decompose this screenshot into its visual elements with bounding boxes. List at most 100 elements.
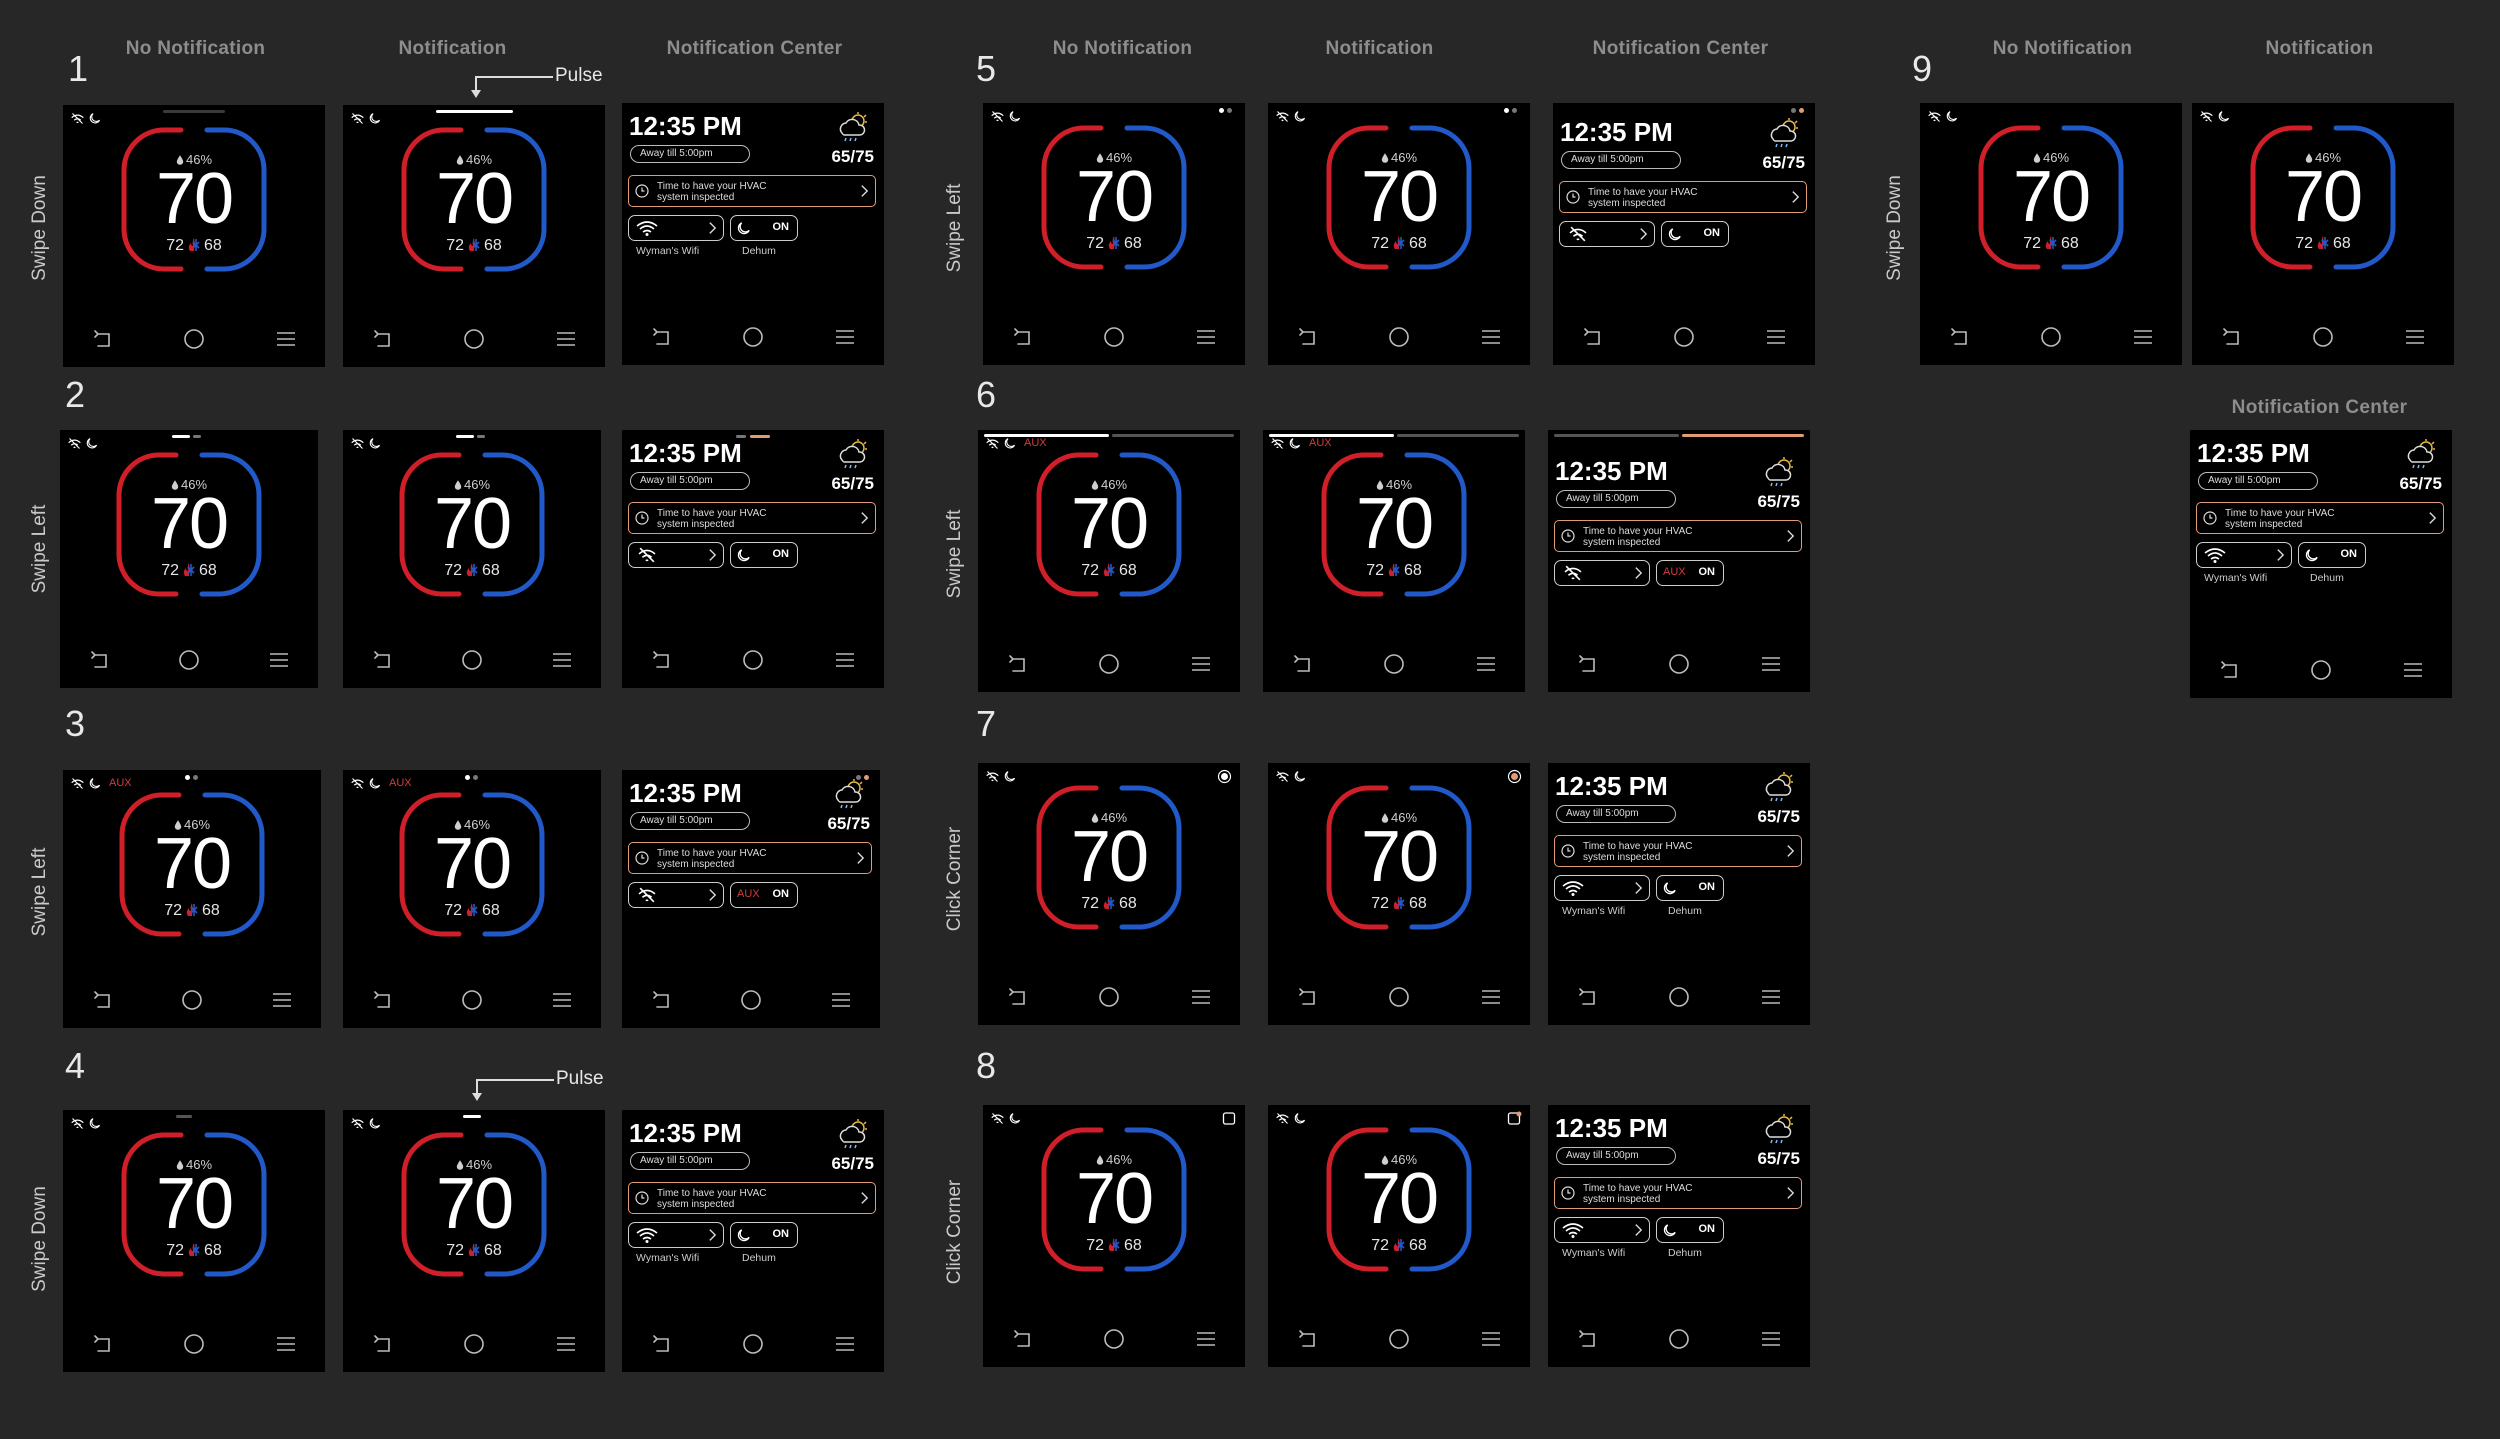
wifi-button[interactable] — [1554, 1217, 1650, 1243]
mode-icon[interactable] — [1386, 562, 1402, 578]
dehumidify-button[interactable]: ON — [730, 542, 798, 568]
back-icon[interactable] — [1010, 1327, 1034, 1351]
notification-card[interactable]: Time to have your HVAC system inspected — [1554, 1177, 1802, 1209]
home-icon[interactable] — [1387, 325, 1411, 349]
wifi-button[interactable] — [628, 542, 724, 568]
cool-setpoint[interactable]: 68 — [482, 562, 500, 579]
mode-icon[interactable] — [464, 902, 480, 918]
back-icon[interactable] — [2217, 658, 2241, 682]
mode-icon[interactable] — [466, 237, 482, 253]
temperature-dial[interactable]: 46% 70 72 68 — [1324, 125, 1474, 270]
menu-icon[interactable] — [550, 648, 574, 672]
back-icon[interactable] — [370, 1332, 394, 1356]
home-icon[interactable] — [1102, 325, 1126, 349]
menu-icon[interactable] — [1479, 325, 1503, 349]
home-icon[interactable] — [1387, 985, 1411, 1009]
notification-card[interactable]: Time to have your HVAC system inspected — [1559, 181, 1807, 213]
corner-icon[interactable] — [1222, 1111, 1237, 1126]
heat-setpoint[interactable]: 72 — [164, 902, 182, 919]
corner-icon[interactable] — [1217, 769, 1232, 784]
home-icon[interactable] — [2311, 325, 2335, 349]
thermostat-screen[interactable]: AUX 46% 70 72 68 — [63, 770, 321, 1028]
corner-icon[interactable] — [1507, 769, 1522, 784]
heat-setpoint[interactable]: 72 — [1371, 895, 1389, 912]
home-icon[interactable] — [462, 327, 486, 351]
home-icon[interactable] — [741, 648, 765, 672]
dehumidify-button[interactable]: ON — [1656, 875, 1724, 901]
menu-icon[interactable] — [1759, 985, 1783, 1009]
thermostat-screen[interactable]: 46% 70 72 68 — [60, 430, 318, 688]
heat-setpoint[interactable]: 72 — [444, 562, 462, 579]
home-icon[interactable] — [1672, 325, 1696, 349]
notification-center-screen[interactable]: 12:35 PM Away till 5:00pm 65/75 Time to hav… — [1548, 763, 1810, 1025]
mode-icon[interactable] — [1391, 235, 1407, 251]
temperature-dial[interactable]: 46% 70 72 68 — [399, 1132, 549, 1277]
notification-card[interactable]: Time to have your HVAC system inspected — [628, 502, 876, 534]
away-status[interactable]: Away till 5:00pm — [630, 1152, 750, 1170]
home-icon[interactable] — [462, 1332, 486, 1356]
notification-center-screen[interactable]: 12:35 PM Away till 5:00pm 65/75 Time to hav… — [622, 430, 884, 688]
thermostat-screen[interactable]: 46% 70 72 68 — [343, 105, 605, 367]
home-icon[interactable] — [177, 648, 201, 672]
menu-icon[interactable] — [2401, 658, 2425, 682]
menu-icon[interactable] — [1479, 985, 1503, 1009]
thermostat-screen[interactable]: 46% 70 72 68 — [1268, 763, 1530, 1025]
menu-icon[interactable] — [274, 327, 298, 351]
mode-icon[interactable] — [1101, 895, 1117, 911]
wifi-button[interactable] — [2196, 542, 2292, 568]
back-icon[interactable] — [649, 325, 673, 349]
home-icon[interactable] — [1667, 985, 1691, 1009]
thermostat-screen[interactable]: 46% 70 72 68 — [343, 1110, 605, 1372]
menu-icon[interactable] — [267, 648, 291, 672]
temperature-dial[interactable]: 46% 70 72 68 — [1319, 452, 1469, 597]
mode-icon[interactable] — [1391, 895, 1407, 911]
cool-setpoint[interactable]: 68 — [2061, 235, 2079, 252]
cool-setpoint[interactable]: 68 — [1409, 235, 1427, 252]
home-icon[interactable] — [741, 325, 765, 349]
wifi-button[interactable] — [1559, 221, 1655, 247]
temperature-dial[interactable]: 46% 70 72 68 — [1039, 1127, 1189, 1272]
dehumidify-button[interactable]: ON — [1656, 1217, 1724, 1243]
cool-setpoint[interactable]: 68 — [1124, 1237, 1142, 1254]
away-status[interactable]: Away till 5:00pm — [630, 812, 750, 830]
away-status[interactable]: Away till 5:00pm — [630, 145, 750, 163]
home-icon[interactable] — [1667, 652, 1691, 676]
temperature-dial[interactable]: 46% 70 72 68 — [1034, 785, 1184, 930]
temperature-dial[interactable]: 46% 70 72 68 — [114, 452, 264, 597]
home-icon[interactable] — [180, 988, 204, 1012]
home-icon[interactable] — [1097, 985, 1121, 1009]
thermostat-screen[interactable]: 46% 70 72 68 — [63, 105, 325, 367]
dehumidify-button[interactable]: ON — [1661, 221, 1729, 247]
heat-setpoint[interactable]: 72 — [446, 1242, 464, 1259]
thermostat-screen[interactable]: 46% 70 72 68 — [63, 1110, 325, 1372]
away-status[interactable]: Away till 5:00pm — [2198, 472, 2318, 490]
back-icon[interactable] — [1295, 985, 1319, 1009]
menu-icon[interactable] — [2131, 325, 2155, 349]
back-icon[interactable] — [370, 988, 394, 1012]
menu-icon[interactable] — [1474, 652, 1498, 676]
dehumidify-button[interactable]: ON — [730, 1222, 798, 1248]
menu-icon[interactable] — [1194, 325, 1218, 349]
notification-card[interactable]: Time to have your HVAC system inspected — [1554, 835, 1802, 867]
menu-icon[interactable] — [274, 1332, 298, 1356]
thermostat-screen[interactable]: AUX 46% 70 72 68 — [978, 430, 1240, 692]
home-icon[interactable] — [1667, 1327, 1691, 1351]
back-icon[interactable] — [90, 1332, 114, 1356]
away-status[interactable]: Away till 5:00pm — [1561, 151, 1681, 169]
notification-center-screen[interactable]: 12:35 PM Away till 5:00pm 65/75 Time to hav… — [1548, 1105, 1810, 1367]
heat-setpoint[interactable]: 72 — [444, 902, 462, 919]
cool-setpoint[interactable]: 68 — [1119, 562, 1137, 579]
heat-setpoint[interactable]: 72 — [1371, 1237, 1389, 1254]
cool-setpoint[interactable]: 68 — [484, 1242, 502, 1259]
home-icon[interactable] — [2039, 325, 2063, 349]
menu-icon[interactable] — [1759, 1327, 1783, 1351]
back-icon[interactable] — [1575, 985, 1599, 1009]
cool-setpoint[interactable]: 68 — [1409, 1237, 1427, 1254]
mode-icon[interactable] — [466, 1242, 482, 1258]
notification-center-screen[interactable]: 12:35 PM Away till 5:00pm 65/75 Time to hav… — [2190, 430, 2452, 698]
home-icon[interactable] — [1382, 652, 1406, 676]
notification-center-screen[interactable]: 12:35 PM Away till 5:00pm 65/75 Time to hav… — [622, 1110, 884, 1372]
home-icon[interactable] — [1387, 1327, 1411, 1351]
notification-center-screen[interactable]: 12:35 PM Away till 5:00pm 65/75 Time to hav… — [1553, 103, 1815, 365]
mode-icon[interactable] — [186, 237, 202, 253]
